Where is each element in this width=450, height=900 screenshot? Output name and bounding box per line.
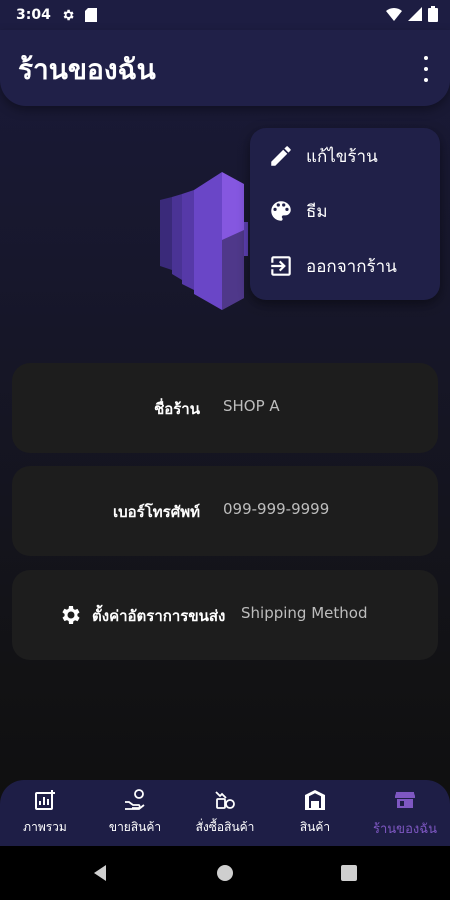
gear-icon [61, 8, 75, 22]
shipping-value: Shipping Method [241, 604, 368, 622]
recents-icon[interactable] [338, 862, 360, 884]
menu-item-label: ออกจากร้าน [306, 256, 397, 277]
home-icon[interactable] [214, 862, 236, 884]
status-bar: 3:04 [0, 0, 450, 30]
sim-card-icon [84, 8, 97, 22]
app-bar: ร้านของฉัน [0, 30, 450, 106]
tab-products[interactable]: สินค้า [270, 780, 360, 846]
tab-purchase[interactable]: สั่งซื้อสินค้า [180, 780, 270, 846]
bottom-navigation: ภาพรวม ขายสินค้า สั่งซื้อสินค้า สินค้า ร… [0, 780, 450, 846]
shop-name-label: ชื่อร้าน [154, 400, 200, 418]
status-time: 3:04 [16, 7, 51, 23]
shipping-card[interactable]: ตั้งค่าอัตราการขนส่ง Shipping Method [12, 570, 438, 660]
store-icon [393, 788, 417, 812]
sell-icon [123, 788, 147, 812]
phone-label: เบอร์โทรศัพท์ [112, 503, 200, 521]
tab-label: สินค้า [299, 820, 331, 834]
tab-my-shop[interactable]: ร้านของฉัน [360, 780, 450, 846]
shop-name-value: SHOP A [223, 397, 280, 415]
menu-item-label: แก้ไขร้าน [306, 146, 378, 167]
more-vert-icon[interactable] [416, 56, 436, 82]
tab-label: ร้านของฉัน [373, 822, 437, 837]
signal-icon [408, 7, 422, 25]
battery-icon [428, 6, 438, 26]
palette-icon [268, 198, 294, 224]
page-title: ร้านของฉัน [18, 53, 156, 86]
menu-item-label: ธีม [306, 201, 328, 222]
shop-logo [158, 170, 250, 310]
tab-label: สั่งซื้อสินค้า [195, 820, 255, 834]
shop-name-card[interactable]: ชื่อร้าน SHOP A [12, 363, 438, 453]
menu-item-theme[interactable]: ธีม [250, 185, 440, 237]
tab-overview[interactable]: ภาพรวม [0, 780, 90, 846]
tab-label: ภาพรวม [23, 820, 67, 834]
menu-item-leave-shop[interactable]: ออกจากร้าน [250, 240, 440, 292]
back-icon[interactable] [90, 862, 112, 884]
menu-item-edit-shop[interactable]: แก้ไขร้าน [250, 130, 440, 182]
system-navigation-bar [0, 846, 450, 900]
edit-icon [268, 143, 294, 169]
shipping-label: ตั้งค่าอัตราการขนส่ง [92, 607, 226, 625]
dashboard-icon [33, 788, 57, 812]
tab-sell[interactable]: ขายสินค้า [90, 780, 180, 846]
phone-card[interactable]: เบอร์โทรศัพท์ 099-999-9999 [12, 466, 438, 556]
warehouse-icon [303, 788, 327, 812]
wifi-icon [386, 7, 402, 25]
order-icon [213, 788, 237, 812]
phone-value: 099-999-9999 [223, 500, 330, 518]
gear-icon [58, 603, 82, 627]
exit-icon [268, 253, 294, 279]
tab-label: ขายสินค้า [108, 820, 162, 834]
popup-menu: แก้ไขร้าน ธีม ออกจากร้าน [250, 128, 440, 300]
